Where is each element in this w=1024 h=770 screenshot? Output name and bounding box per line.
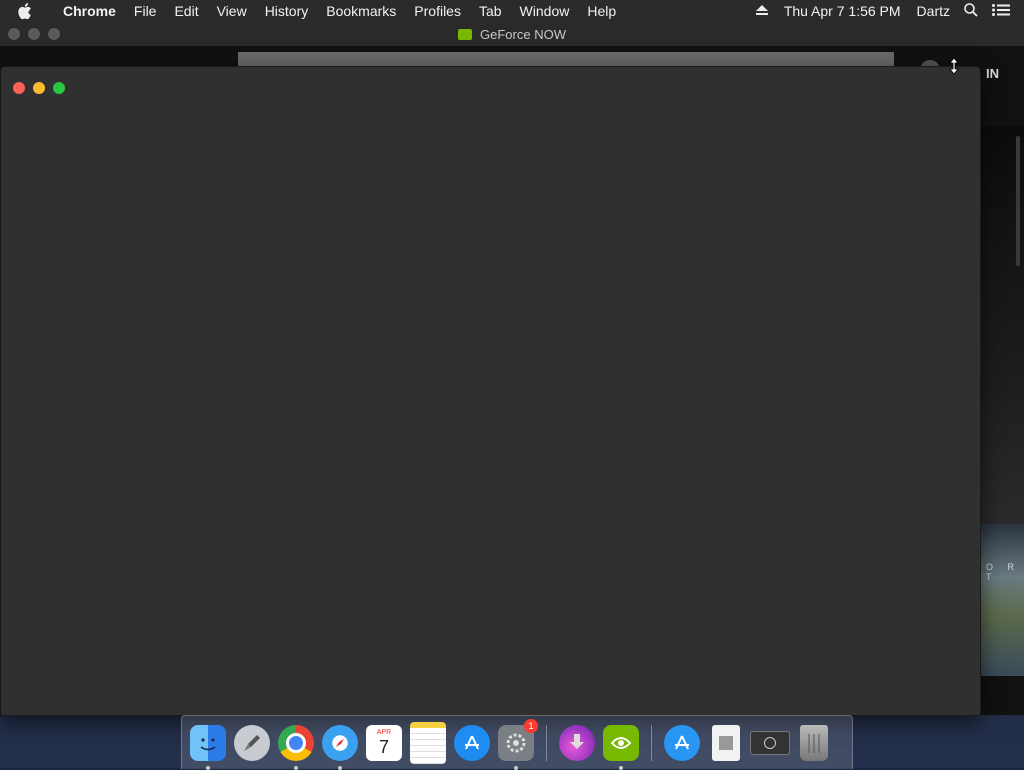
gfn-window-title: GeForce NOW xyxy=(458,27,566,42)
gfn-zoom-button[interactable] xyxy=(48,28,60,40)
calendar-icon: APR 7 xyxy=(366,724,402,761)
menu-history[interactable]: History xyxy=(256,3,318,19)
trash-icon xyxy=(800,724,828,761)
gfn-close-button[interactable] xyxy=(8,28,20,40)
calendar-month: APR xyxy=(376,729,392,736)
zoom-button[interactable] xyxy=(53,82,65,94)
chrome-icon xyxy=(278,724,314,761)
dock-app-store-folder[interactable] xyxy=(662,723,702,763)
apple-menu-icon[interactable] xyxy=(18,3,38,19)
gfn-thumb-text: O R T xyxy=(986,562,1021,582)
dock-notes[interactable] xyxy=(408,721,448,764)
spotlight-search-icon[interactable] xyxy=(964,2,978,20)
notes-icon xyxy=(410,721,446,764)
menu-profiles[interactable]: Profiles xyxy=(405,3,470,19)
dock: APR 7 1 xyxy=(181,715,853,770)
dock-chrome[interactable] xyxy=(276,723,316,770)
dock-trash[interactable] xyxy=(794,723,834,763)
finder-icon xyxy=(190,724,226,761)
menu-file[interactable]: File xyxy=(125,3,166,19)
gfn-scrollbar[interactable] xyxy=(1016,136,1020,266)
dock-launchpad[interactable] xyxy=(232,723,272,763)
nvidia-logo-icon xyxy=(458,28,473,40)
dock-calendar[interactable]: APR 7 xyxy=(364,723,404,763)
app-store-icon xyxy=(664,724,700,761)
dock-separator xyxy=(651,724,652,761)
dock-installer[interactable] xyxy=(557,723,597,763)
minimize-button[interactable] xyxy=(33,82,45,94)
menu-tab[interactable]: Tab xyxy=(470,3,511,19)
blank-window xyxy=(0,66,981,716)
menu-bookmarks[interactable]: Bookmarks xyxy=(317,3,405,19)
menubar-user[interactable]: Dartz xyxy=(917,3,950,19)
menu-view[interactable]: View xyxy=(208,3,256,19)
dock-screenshot-stack[interactable] xyxy=(750,723,790,763)
dock-system-preferences[interactable]: 1 xyxy=(496,718,538,770)
calendar-day: 7 xyxy=(378,737,389,757)
notification-center-icon[interactable] xyxy=(992,3,1010,19)
menu-window[interactable]: Window xyxy=(511,3,579,19)
dock-safari[interactable] xyxy=(320,723,360,770)
status-area: Thu Apr 7 1:56 PM Dartz xyxy=(755,2,1024,20)
dock-document[interactable] xyxy=(706,723,746,763)
menubar-clock[interactable]: Thu Apr 7 1:56 PM xyxy=(784,3,901,19)
gfn-game-thumbnail[interactable] xyxy=(980,524,1024,676)
gfn-signin-link[interactable]: IN xyxy=(986,66,999,81)
close-button[interactable] xyxy=(13,82,25,94)
gfn-title-text: GeForce NOW xyxy=(480,26,566,42)
dock-finder[interactable] xyxy=(188,723,228,770)
resize-cursor-icon xyxy=(949,57,959,79)
nvidia-geforce-icon xyxy=(603,724,639,761)
dock-separator xyxy=(546,724,547,761)
dock-app-store[interactable] xyxy=(452,723,492,763)
eject-icon[interactable] xyxy=(755,3,768,19)
launchpad-rocket-icon xyxy=(234,724,270,761)
dock-geforce-now[interactable] xyxy=(601,723,641,770)
gfn-minimize-button[interactable] xyxy=(28,28,40,40)
menu-app-name[interactable]: Chrome xyxy=(54,3,125,19)
menu-bar: Chrome File Edit View History Bookmarks … xyxy=(0,0,1024,22)
safari-compass-icon xyxy=(322,724,358,761)
notification-badge: 1 xyxy=(524,718,538,733)
app-store-icon xyxy=(454,724,490,761)
menu-help[interactable]: Help xyxy=(578,3,625,19)
geforce-now-titlebar: GeForce NOW xyxy=(0,22,1024,46)
installer-icon xyxy=(559,724,595,761)
document-icon xyxy=(712,724,740,761)
gfn-search-bar[interactable] xyxy=(238,52,894,66)
menu-edit[interactable]: Edit xyxy=(165,3,207,19)
screenshot-stack-icon xyxy=(750,730,790,755)
